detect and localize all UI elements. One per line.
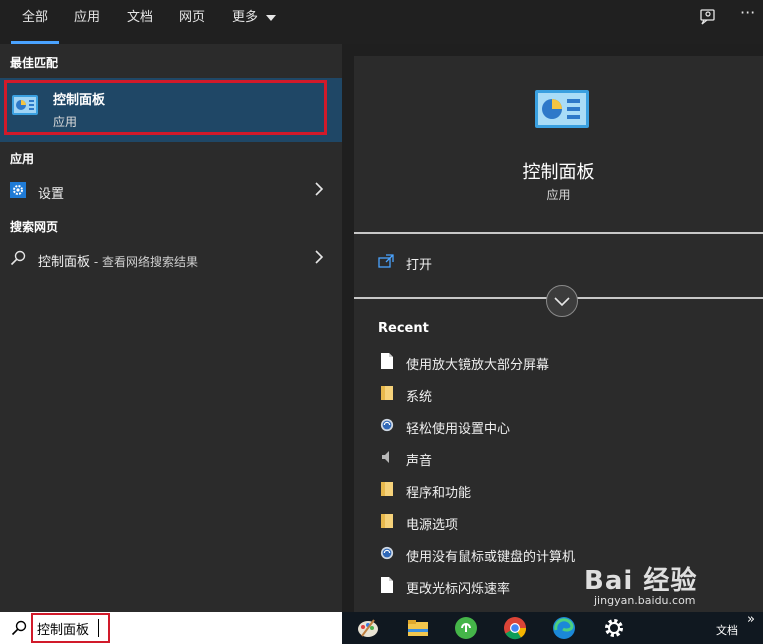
web-search-result[interactable]: 控制面板 - 查看网络搜索结果 (0, 243, 342, 275)
web-search-header: 搜索网页 (10, 220, 59, 234)
open-icon (378, 254, 394, 272)
folder-icon (381, 386, 393, 400)
edge-icon[interactable] (552, 616, 576, 640)
results-pane: 最佳匹配 控制面板 应用 应用 设置 搜索网页 控制面板 - 查看网络搜索结果 (0, 44, 342, 612)
recent-item-label: 系统 (406, 390, 433, 405)
tab-all[interactable]: 全部 (10, 9, 60, 44)
recent-item-label: 更改光标闪烁速率 (406, 582, 511, 597)
feedback-icon[interactable] (699, 8, 717, 30)
taskbar-documents-label[interactable]: 文档 (716, 622, 738, 638)
tab-more[interactable]: 更多 (232, 9, 277, 29)
recent-header: Recent (378, 321, 429, 336)
ease-of-access-icon (380, 418, 394, 432)
speaker-icon (382, 451, 389, 463)
apps-header: 应用 (10, 152, 35, 166)
web-search-label: 控制面板 - 查看网络搜索结果 (38, 251, 198, 270)
baidu-watermark: Bai 经验 jingyan.baidu.com (584, 560, 698, 607)
taskbar-overflow-icon[interactable]: » (747, 612, 755, 627)
recent-item[interactable]: 电源选项 (378, 511, 738, 535)
settings-gear-icon (10, 182, 26, 198)
chevron-right-icon[interactable] (314, 250, 324, 264)
open-label: 打开 (406, 258, 433, 273)
web-search-suffix: - 查看网络搜索结果 (90, 255, 198, 269)
recent-item-label: 电源选项 (406, 518, 459, 533)
recent-item-label: 轻松使用设置中心 (406, 422, 511, 437)
expand-button[interactable] (546, 285, 578, 317)
search-icon (11, 620, 27, 640)
watermark-url: jingyan.baidu.com (594, 594, 696, 607)
recent-item-label: 程序和功能 (406, 486, 472, 501)
best-match-subtitle: 应用 (53, 115, 78, 129)
recent-item[interactable]: 使用放大镜放大部分屏幕 (378, 351, 738, 375)
preview-subtitle: 应用 (546, 188, 571, 202)
tab-web[interactable]: 网页 (179, 9, 205, 29)
tab-more-label: 更多 (232, 10, 259, 25)
web-search-query: 控制面板 (38, 255, 91, 270)
search-icon (10, 250, 26, 266)
best-match-title: 控制面板 (53, 93, 106, 108)
preview-title: 控制面板 (522, 162, 595, 183)
recent-item[interactable]: 声音 (378, 447, 738, 471)
green-app-icon[interactable] (454, 616, 478, 640)
document-icon (381, 577, 393, 593)
search-input-value[interactable]: 控制面板 (37, 619, 89, 638)
paint-app-icon[interactable] (356, 616, 380, 640)
text-caret (98, 619, 99, 637)
document-icon (381, 353, 393, 369)
divider (354, 232, 763, 234)
more-options-icon[interactable]: ··· (740, 4, 755, 22)
best-match-header: 最佳匹配 (10, 56, 59, 70)
top-tab-bar: 全部 应用 文档 网页 更多 ··· (0, 0, 763, 44)
app-result-label: 设置 (38, 187, 65, 202)
preview-pane: 控制面板 应用 打开 Recent 使用放大镜放大部分屏幕 系统 轻松使用设置中… (354, 56, 763, 612)
folder-icon (381, 514, 393, 528)
recent-item-label: 声音 (406, 454, 433, 469)
tab-apps[interactable]: 应用 (74, 9, 100, 29)
open-action[interactable]: 打开 (354, 246, 763, 278)
recent-item-label: 使用放大镜放大部分屏幕 (406, 358, 550, 373)
file-explorer-icon[interactable] (406, 616, 430, 640)
control-panel-icon (11, 93, 39, 121)
recent-item[interactable]: 程序和功能 (378, 479, 738, 503)
tab-documents[interactable]: 文档 (127, 9, 153, 29)
chevron-right-icon[interactable] (314, 182, 324, 196)
recent-item-label: 使用没有鼠标或键盘的计算机 (406, 550, 576, 565)
taskbar: 文档 » (342, 612, 763, 644)
recent-item[interactable]: 轻松使用设置中心 (378, 415, 738, 439)
chevron-down-icon (554, 297, 570, 307)
ease-of-access-icon (380, 546, 394, 560)
watermark-logo-text: Bai 经验 (584, 566, 698, 596)
recent-item[interactable]: 系统 (378, 383, 738, 407)
settings-gear-icon[interactable] (602, 616, 626, 640)
folder-icon (381, 482, 393, 496)
app-result-settings[interactable]: 设置 (0, 175, 342, 207)
control-panel-large-icon (534, 89, 590, 133)
chrome-icon[interactable] (503, 616, 527, 640)
chevron-down-icon (266, 14, 277, 21)
